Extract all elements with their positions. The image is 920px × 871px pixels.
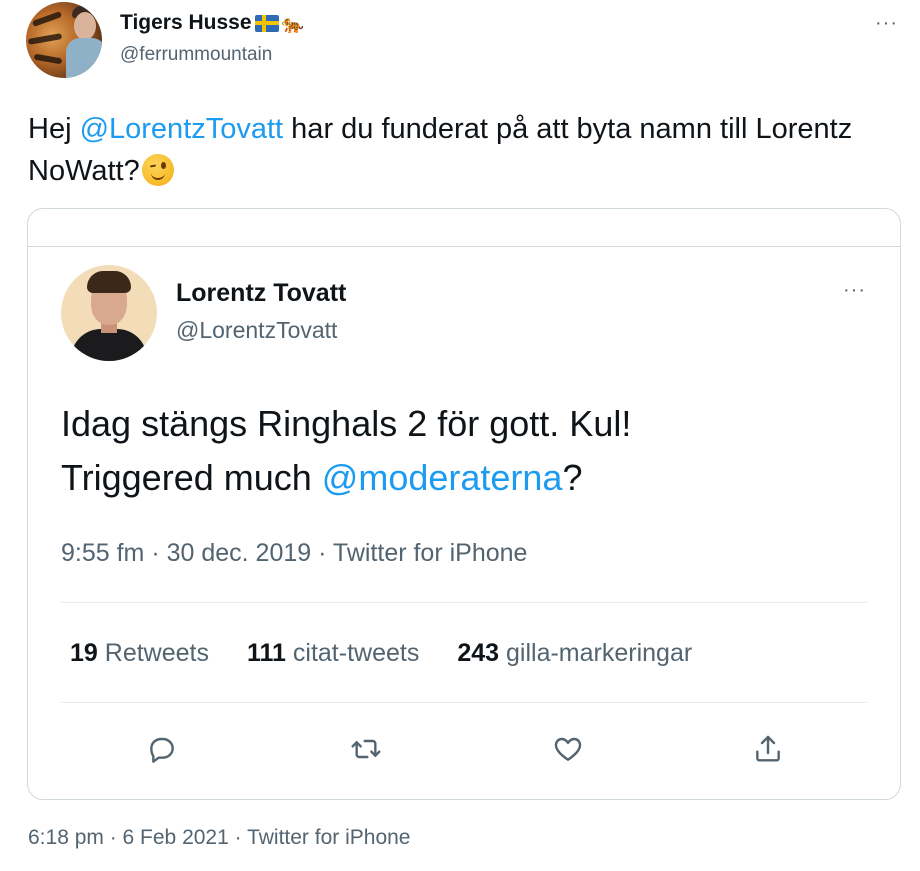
like-button[interactable] [546, 727, 590, 771]
quoted-text-prefix: Triggered much [61, 457, 322, 498]
divider [61, 702, 867, 703]
more-options-icon[interactable]: ··· [875, 12, 898, 35]
tweet-page: Tigers Husse 🐅 @ferrummountain ··· Hej @… [0, 0, 920, 871]
retweets-stat[interactable]: 19 Retweets [70, 639, 209, 668]
engagement-stats: 19 Retweets 111 citat-tweets 243 gilla-m… [70, 639, 730, 668]
avatar[interactable] [26, 2, 102, 78]
divider [61, 602, 867, 603]
reply-button[interactable] [140, 727, 184, 771]
action-bar [28, 727, 900, 777]
quoted-author-handle[interactable]: @LorentzTovatt [176, 317, 337, 344]
likes-stat[interactable]: 243 gilla-markeringar [457, 639, 692, 668]
quoted-author-name[interactable]: Lorentz Tovatt [176, 279, 346, 308]
quotes-stat[interactable]: 111 citat-tweets [247, 639, 419, 668]
quoted-text-line-2: Triggered much @moderaterna? [61, 451, 871, 505]
reply-icon [150, 737, 174, 763]
quoted-more-options-icon[interactable]: ··· [843, 279, 866, 302]
author-name[interactable]: Tigers Husse [120, 11, 252, 35]
mention-link[interactable]: @LorentzTovatt [80, 113, 284, 145]
like-icon [554, 737, 582, 761]
swedish-flag-icon [254, 14, 279, 32]
tweet-timestamp[interactable]: 6:18 pm · 6 Feb 2021 · Twitter for iPhon… [28, 826, 410, 850]
quoted-mention-link[interactable]: @moderaterna [322, 457, 563, 498]
tiger-icon: 🐅 [281, 14, 304, 34]
quoted-tweet-text: Idag stängs Ringhals 2 för gott. Kul! Tr… [61, 397, 871, 505]
quoted-text-line-1: Idag stängs Ringhals 2 för gott. Kul! [61, 403, 632, 444]
quoted-avatar[interactable] [61, 265, 157, 361]
winking-face-icon [141, 154, 174, 186]
quoted-tweet-card[interactable]: Lorentz Tovatt @LorentzTovatt ··· Idag s… [27, 208, 901, 800]
retweet-button[interactable] [344, 727, 388, 771]
share-button[interactable] [746, 727, 790, 771]
tweet-text: Hej @LorentzTovatt har du funderat på at… [28, 108, 898, 192]
share-icon [756, 735, 780, 762]
card-top-bar [28, 209, 900, 247]
author-name-row[interactable]: Tigers Husse 🐅 [120, 11, 304, 35]
quoted-text-suffix: ? [562, 457, 583, 498]
quoted-timestamp[interactable]: 9:55 fm · 30 dec. 2019 · Twitter for iPh… [61, 539, 527, 568]
tweet-text-prefix: Hej [28, 113, 80, 145]
retweet-icon [351, 739, 381, 759]
author-handle[interactable]: @ferrummountain [120, 44, 272, 66]
